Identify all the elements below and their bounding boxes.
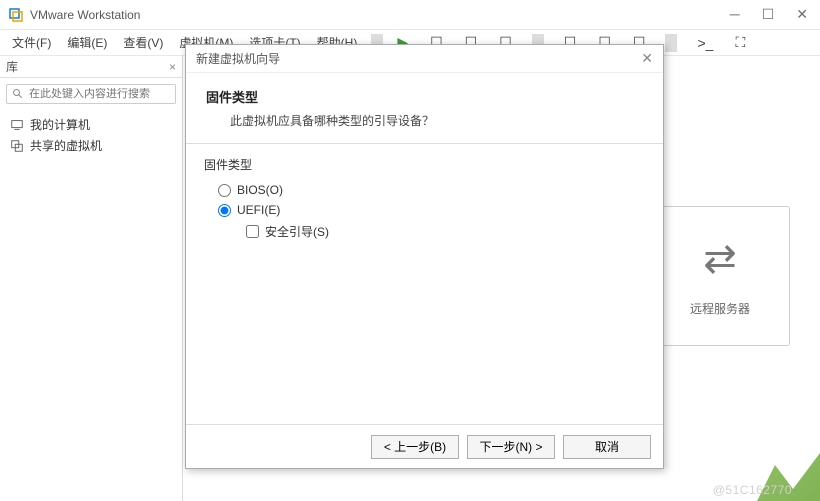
next-button[interactable]: 下一步(N) >	[467, 435, 555, 459]
close-button[interactable]: ✕	[796, 6, 808, 23]
dialog-titlebar: 新建虚拟机向导 ✕	[186, 45, 663, 73]
dialog-head-title: 固件类型	[206, 87, 643, 106]
radio-bios-label: BIOS(O)	[237, 183, 283, 197]
tree-label: 共享的虚拟机	[30, 137, 102, 154]
card-label: 远程服务器	[690, 300, 750, 317]
new-vm-wizard-dialog: 新建虚拟机向导 ✕ 固件类型 此虚拟机应具备哪种类型的引导设备？ 固件类型 BI…	[185, 44, 664, 469]
back-button[interactable]: < 上一步(B)	[371, 435, 459, 459]
connect-icon: ⇄	[703, 236, 737, 282]
checkbox-secure-boot-label: 安全引导(S)	[265, 223, 329, 240]
search-box[interactable]	[6, 84, 176, 104]
checkbox-secure-boot[interactable]: 安全引导(S)	[246, 223, 645, 240]
radio-uefi-input[interactable]	[218, 204, 231, 217]
radio-uefi[interactable]: UEFI(E)	[218, 203, 645, 217]
sidebar-close-icon[interactable]: ×	[169, 60, 176, 74]
dialog-body: 固件类型 BIOS(O) UEFI(E) 安全引导(S)	[186, 143, 663, 424]
search-input[interactable]	[29, 88, 170, 100]
dialog-header: 固件类型 此虚拟机应具备哪种类型的引导设备？	[186, 73, 663, 143]
group-label: 固件类型	[204, 156, 645, 173]
console-icon[interactable]: >_	[691, 32, 719, 54]
radio-uefi-label: UEFI(E)	[237, 203, 280, 217]
minimize-button[interactable]: ─	[730, 6, 740, 23]
menu-view[interactable]: 查看(V)	[117, 31, 169, 54]
radio-bios[interactable]: BIOS(O)	[218, 183, 645, 197]
computer-icon	[10, 118, 24, 132]
shared-icon	[10, 139, 24, 153]
fullscreen-icon[interactable]: ⛶	[729, 31, 751, 54]
sidebar-header: 库 ×	[0, 56, 182, 78]
dialog-title: 新建虚拟机向导	[196, 50, 280, 67]
dialog-footer: < 上一步(B) 下一步(N) > 取消	[186, 424, 663, 468]
menu-edit[interactable]: 编辑(E)	[61, 31, 113, 54]
tree-label: 我的计算机	[30, 116, 90, 133]
app-icon	[8, 7, 24, 23]
sidebar-title: 库	[6, 58, 18, 75]
sidebar-tree: 我的计算机 共享的虚拟机	[0, 110, 182, 160]
maximize-button[interactable]: ☐	[762, 6, 775, 23]
menu-file[interactable]: 文件(F)	[6, 31, 57, 54]
radio-bios-input[interactable]	[218, 184, 231, 197]
sidebar: 库 × 我的计算机 共享的虚拟机	[0, 56, 183, 501]
cancel-button[interactable]: 取消	[563, 435, 651, 459]
watermark: @51C162770	[713, 483, 792, 497]
sidebar-item-shared-vm[interactable]: 共享的虚拟机	[6, 135, 176, 156]
titlebar: VMware Workstation ─ ☐ ✕	[0, 0, 820, 30]
sidebar-item-my-computer[interactable]: 我的计算机	[6, 114, 176, 135]
app-title: VMware Workstation	[30, 8, 140, 22]
dialog-close-icon[interactable]: ✕	[641, 50, 653, 67]
remote-server-card[interactable]: ⇄ 远程服务器	[650, 206, 790, 346]
separator	[665, 34, 677, 52]
dialog-head-subtitle: 此虚拟机应具备哪种类型的引导设备？	[206, 112, 643, 129]
checkbox-secure-boot-input[interactable]	[246, 225, 259, 238]
search-icon	[12, 88, 24, 100]
